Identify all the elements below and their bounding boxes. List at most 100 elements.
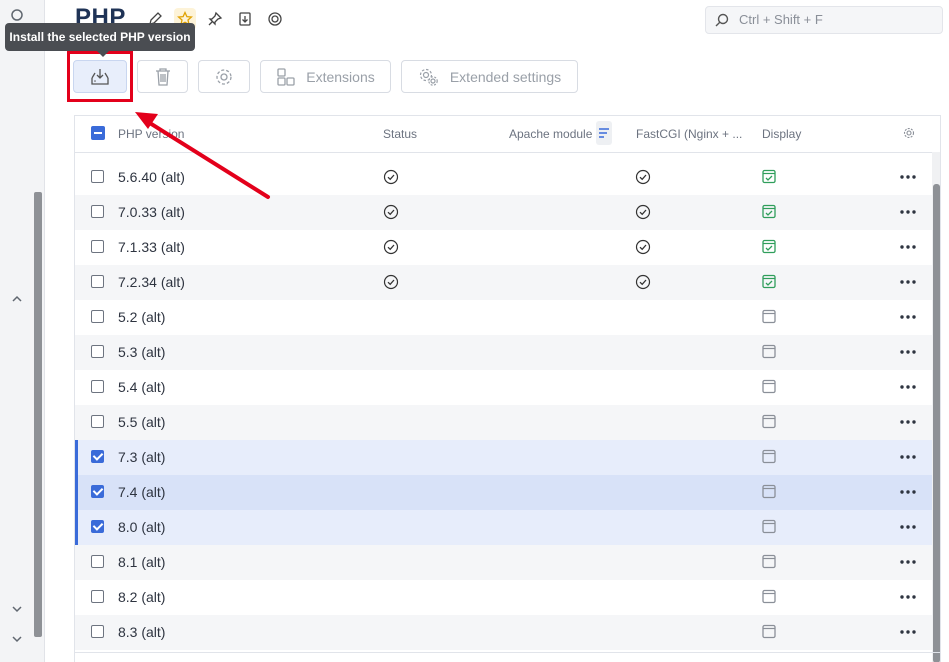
search-placeholder: Ctrl + Shift + F [739,12,823,27]
php-version-name: 5.4 (alt) [118,379,166,395]
php-version-name: 8.3 (alt) [118,624,166,640]
row-checkbox[interactable] [91,205,104,218]
display-on-icon[interactable] [762,169,776,184]
gears-icon [419,68,438,86]
row-checkbox[interactable] [91,450,104,463]
row-menu-icon[interactable] [899,169,917,183]
row-checkbox[interactable] [91,555,104,568]
status-ok-icon [383,274,399,290]
display-on-icon[interactable] [762,274,776,289]
delete-button[interactable] [137,60,188,93]
table-row[interactable]: 8.3 (alt) [75,615,932,650]
table-row[interactable]: 5.6.40 (alt) [75,160,932,195]
php-version-name: 5.5 (alt) [118,414,166,430]
column-status[interactable]: Status [383,127,417,141]
sort-icon[interactable] [596,121,612,145]
chevron-down-icon[interactable] [8,630,26,648]
row-menu-icon[interactable] [899,239,917,253]
row-menu-icon[interactable] [899,379,917,393]
table-row[interactable]: 7.1.33 (alt) [75,230,932,265]
row-checkbox[interactable] [91,380,104,393]
row-checkbox[interactable] [91,345,104,358]
table-row[interactable]: 8.2 (alt) [75,580,932,615]
display-off-icon[interactable] [762,484,776,499]
php-version-name: 8.0 (alt) [118,519,166,535]
table-row[interactable]: 5.5 (alt) [75,405,932,440]
select-all-checkbox[interactable] [91,126,105,140]
extensions-icon [277,67,295,86]
table-scrollbar[interactable] [932,152,940,662]
display-off-icon[interactable] [762,554,776,569]
php-version-name: 7.0.33 (alt) [118,204,185,220]
table-row[interactable]: 5.4 (alt) [75,370,932,405]
php-version-name: 7.3 (alt) [118,449,166,465]
row-menu-icon[interactable] [899,449,917,463]
extended-settings-button[interactable]: Extended settings [401,60,578,93]
table-row[interactable]: 8.0 (alt) [75,510,932,545]
annotation-highlight [67,51,133,102]
table-footer-divider [74,652,941,653]
chevron-up-icon[interactable] [8,290,26,308]
table-row[interactable]: 7.2.34 (alt) [75,265,932,300]
display-off-icon[interactable] [762,589,776,604]
row-checkbox[interactable] [91,520,104,533]
display-off-icon[interactable] [762,449,776,464]
display-off-icon[interactable] [762,414,776,429]
table-row[interactable]: 7.0.33 (alt) [75,195,932,230]
display-off-icon[interactable] [762,519,776,534]
row-menu-icon[interactable] [899,309,917,323]
search-input[interactable]: Ctrl + Shift + F [705,6,943,34]
row-menu-icon[interactable] [899,519,917,533]
row-menu-icon[interactable] [899,204,917,218]
row-menu-icon[interactable] [899,274,917,288]
status-ok-icon [383,239,399,255]
column-apache-module[interactable]: Apache module [509,127,592,141]
row-menu-icon[interactable] [899,344,917,358]
chevron-down-icon[interactable] [8,600,26,618]
row-menu-icon[interactable] [899,554,917,568]
row-checkbox[interactable] [91,415,104,428]
table-row[interactable]: 8.1 (alt) [75,545,932,580]
php-version-name: 7.1.33 (alt) [118,239,185,255]
install-tooltip: Install the selected PHP version [5,23,195,57]
lifebuoy-icon[interactable] [264,8,286,30]
row-menu-icon[interactable] [899,589,917,603]
left-sidebar [0,0,45,662]
table-row[interactable]: 7.3 (alt) [75,440,932,475]
settings-button[interactable] [198,60,250,93]
table-row[interactable]: 7.4 (alt) [75,475,932,510]
fastcgi-ok-icon [635,169,651,185]
row-checkbox[interactable] [91,170,104,183]
row-checkbox[interactable] [91,590,104,603]
row-checkbox[interactable] [91,275,104,288]
row-menu-icon[interactable] [899,624,917,638]
php-version-name: 5.6.40 (alt) [118,169,185,185]
php-version-name: 8.2 (alt) [118,589,166,605]
column-display[interactable]: Display [762,127,801,141]
row-checkbox[interactable] [91,625,104,638]
row-menu-icon[interactable] [899,484,917,498]
column-fastcgi[interactable]: FastCGI (Nginx + ... [636,127,742,141]
sidebar-scrollbar[interactable] [34,192,42,637]
status-ok-icon [383,204,399,220]
display-off-icon[interactable] [762,309,776,324]
row-menu-icon[interactable] [899,414,917,428]
row-checkbox[interactable] [91,485,104,498]
php-versions-table: PHP version Status Apache module FastCGI… [74,115,941,662]
row-checkbox[interactable] [91,240,104,253]
row-checkbox[interactable] [91,310,104,323]
column-php-version[interactable]: PHP version [118,127,184,141]
display-on-icon[interactable] [762,239,776,254]
scrollbar-thumb[interactable] [933,184,940,662]
display-off-icon[interactable] [762,344,776,359]
extensions-button[interactable]: Extensions [260,60,391,93]
php-version-name: 7.4 (alt) [118,484,166,500]
table-row[interactable]: 5.2 (alt) [75,300,932,335]
download-page-icon[interactable] [234,8,256,30]
display-off-icon[interactable] [762,624,776,639]
display-off-icon[interactable] [762,379,776,394]
table-row[interactable]: 5.3 (alt) [75,335,932,370]
display-on-icon[interactable] [762,204,776,219]
column-settings-icon[interactable] [903,127,915,142]
pin-icon[interactable] [204,8,226,30]
